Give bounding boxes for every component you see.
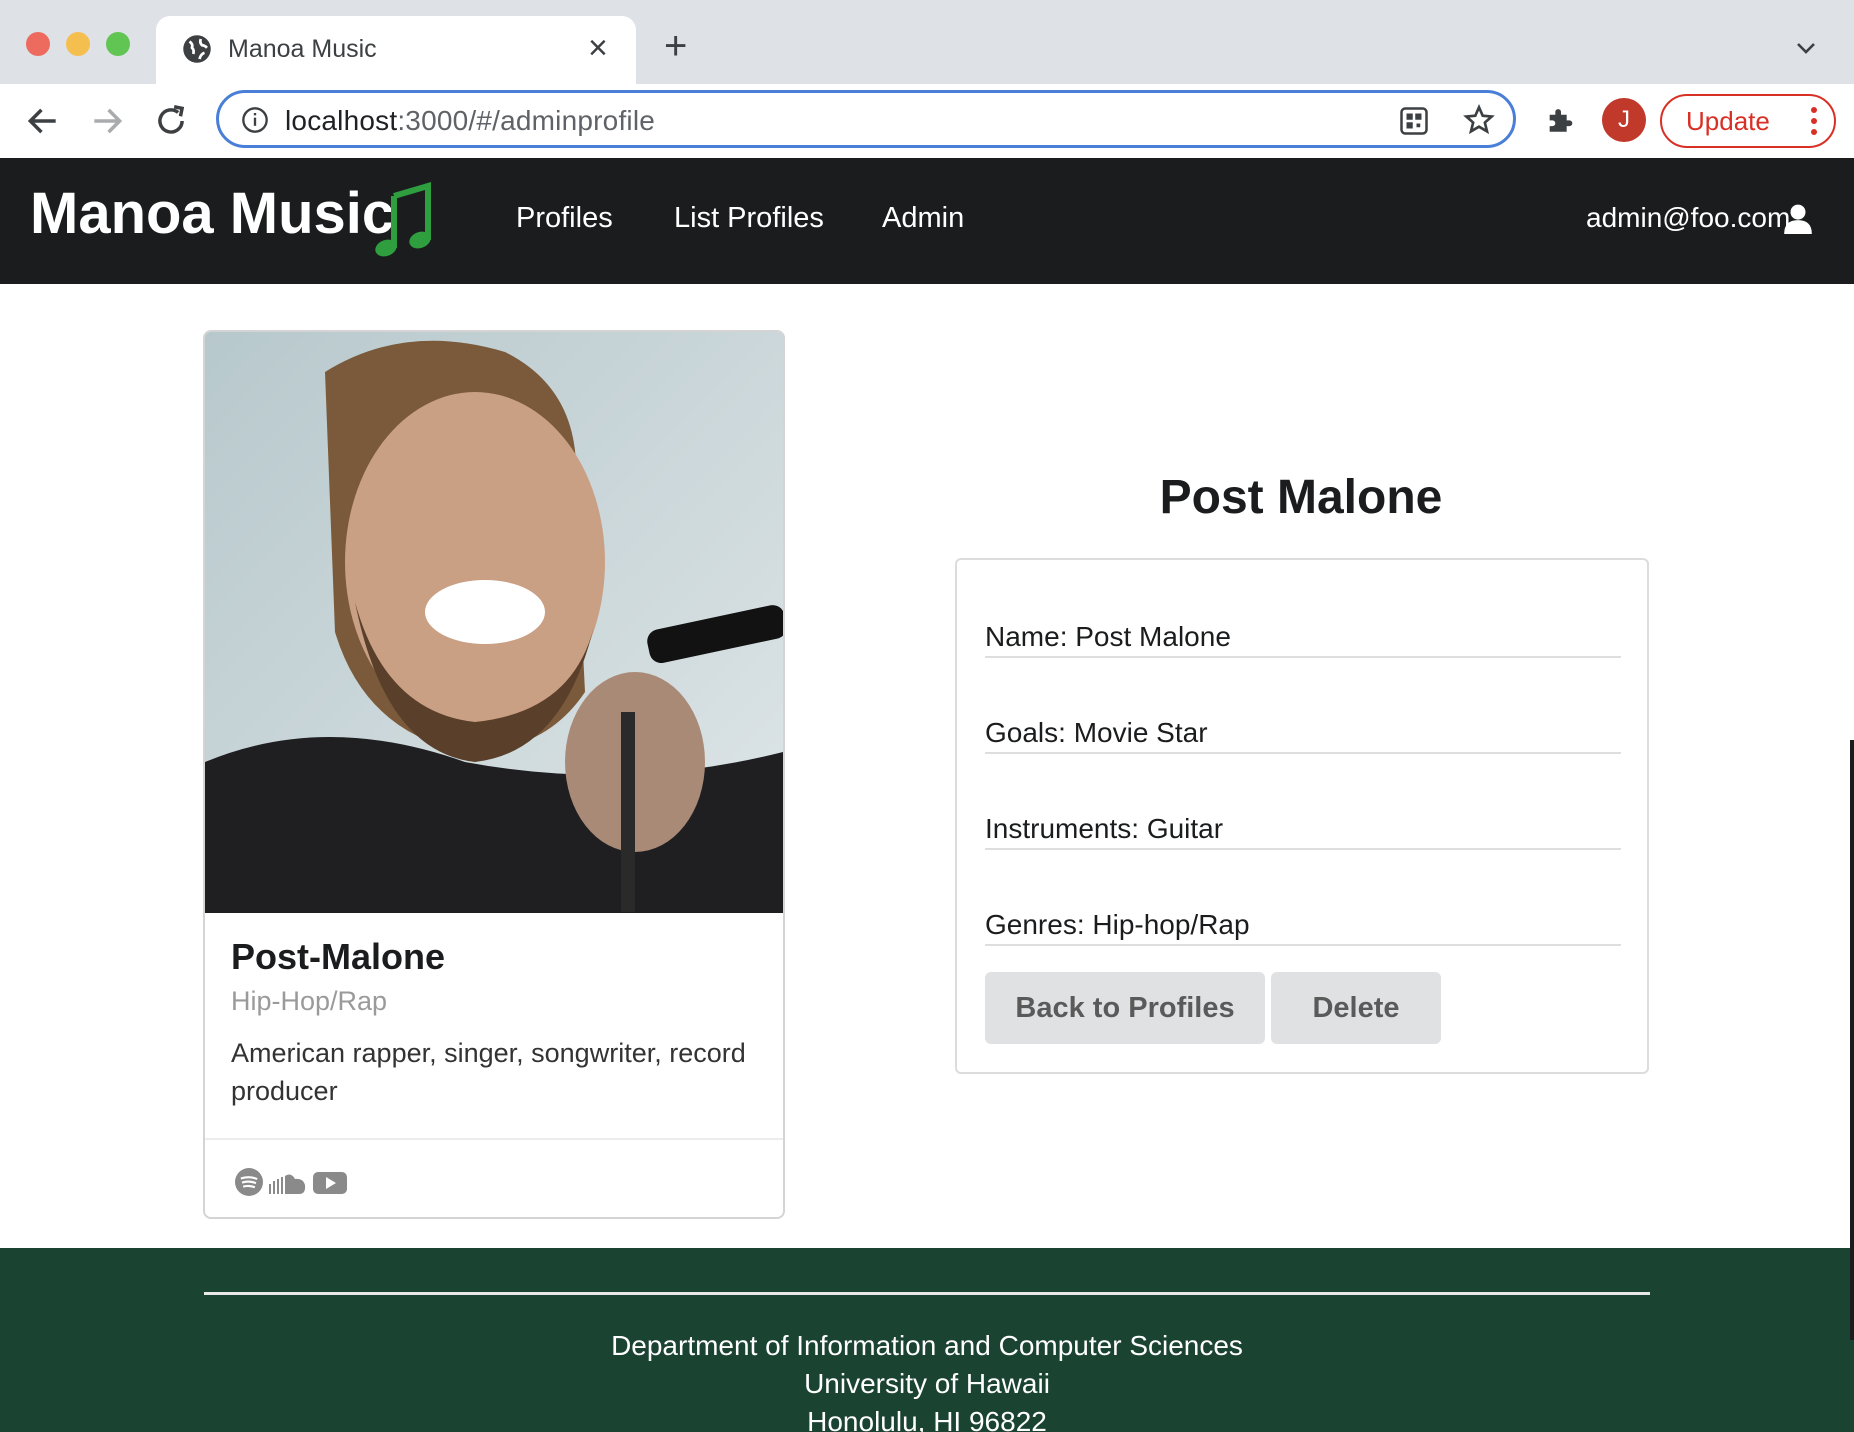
footer: Department of Information and Computer S… xyxy=(0,1248,1854,1432)
profile-photo xyxy=(205,332,783,913)
close-window-button[interactable] xyxy=(26,32,50,56)
update-label: Update xyxy=(1686,106,1770,136)
goals-text: Goals: Movie Star xyxy=(985,717,1208,748)
spotify-icon[interactable] xyxy=(235,1168,263,1196)
back-arrow-icon[interactable] xyxy=(24,102,62,140)
nav-link-profiles[interactable]: Profiles xyxy=(516,202,613,235)
reload-icon[interactable] xyxy=(152,102,190,140)
app-navbar: Manoa Music Profiles List Profiles Admin… xyxy=(0,158,1854,284)
new-tab-icon[interactable]: + xyxy=(664,26,687,66)
soundcloud-icon[interactable] xyxy=(269,1170,307,1196)
address-bar[interactable]: localhost:3000/#/adminprofile xyxy=(216,90,1516,148)
maximize-window-button[interactable] xyxy=(106,32,130,56)
minimize-window-button[interactable] xyxy=(66,32,90,56)
extensions-puzzle-icon[interactable] xyxy=(1544,102,1578,136)
card-divider xyxy=(205,1138,783,1140)
genres-text: Genres: Hip-hop/Rap xyxy=(985,909,1250,940)
profile-details-segment: Name: Post Malone Goals: Movie Star Inst… xyxy=(955,558,1649,1074)
card-header: Post-Malone xyxy=(231,936,446,977)
tab-title: Manoa Music xyxy=(228,35,377,63)
card-description: American rapper, singer, songwriter, rec… xyxy=(231,1038,746,1106)
update-button[interactable]: Update xyxy=(1660,94,1836,148)
profile-card: Post-Malone Hip-Hop/Rap American rapper,… xyxy=(203,330,785,1219)
chevron-down-icon[interactable] xyxy=(1794,36,1818,60)
nav-link-list-profiles[interactable]: List Profiles xyxy=(674,202,824,235)
browser-tab[interactable]: Manoa Music × xyxy=(156,16,636,84)
more-vert-icon xyxy=(1811,107,1817,135)
globe-icon xyxy=(183,35,211,63)
browser-tab-bar: Manoa Music × + xyxy=(0,0,1854,84)
back-to-profiles-button[interactable]: Back to Profiles xyxy=(985,972,1265,1044)
detail-row-goals: Goals: Movie Star xyxy=(985,658,1621,754)
bookmark-star-icon[interactable] xyxy=(1463,104,1495,136)
name-text: Name: Post Malone xyxy=(985,621,1231,652)
browser-toolbar: localhost:3000/#/adminprofile J Update xyxy=(0,84,1854,158)
page-title: Post Malone xyxy=(1159,471,1443,524)
user-menu[interactable]: admin@foo.com xyxy=(1586,202,1790,234)
footer-department: Department of Information and Computer S… xyxy=(611,1330,1243,1361)
youtube-icon[interactable] xyxy=(313,1170,347,1196)
nav-link-admin[interactable]: Admin xyxy=(882,202,964,235)
delete-button[interactable]: Delete xyxy=(1271,972,1441,1044)
user-icon[interactable] xyxy=(1784,204,1812,234)
detail-row-name: Name: Post Malone xyxy=(985,562,1621,658)
detail-row-instruments: Instruments: Guitar xyxy=(985,754,1621,850)
footer-divider xyxy=(204,1292,1650,1295)
profile-avatar[interactable]: J xyxy=(1602,98,1646,142)
forward-arrow-icon[interactable] xyxy=(88,102,126,140)
detail-row-genres: Genres: Hip-hop/Rap xyxy=(985,850,1621,946)
close-tab-icon[interactable]: × xyxy=(588,28,608,68)
footer-address: Honolulu, HI 96822 xyxy=(807,1406,1047,1432)
info-icon[interactable] xyxy=(241,106,269,134)
card-genre: Hip-Hop/Rap xyxy=(231,986,388,1016)
brand-logo[interactable]: Manoa Music xyxy=(30,180,394,247)
footer-university: University of Hawaii xyxy=(804,1368,1050,1399)
qr-code-icon[interactable] xyxy=(1399,106,1429,136)
url-text: localhost:3000/#/adminprofile xyxy=(285,105,656,136)
music-note-icon xyxy=(375,182,431,257)
window-edge xyxy=(1850,740,1854,1340)
instruments-text: Instruments: Guitar xyxy=(985,813,1224,844)
